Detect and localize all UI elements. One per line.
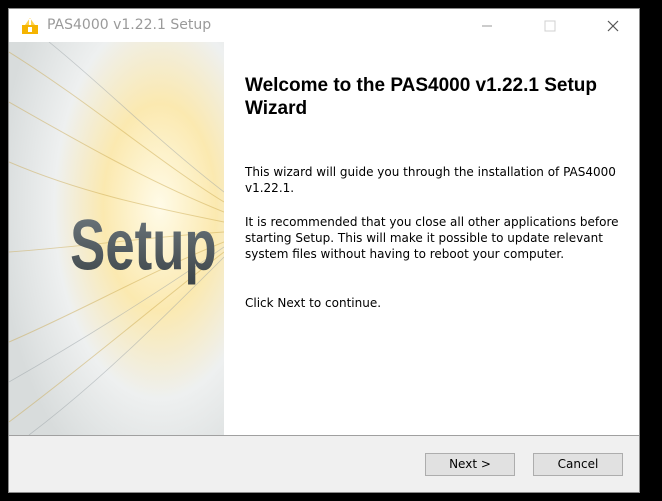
- next-button[interactable]: Next >: [425, 453, 515, 476]
- close-button[interactable]: [591, 9, 637, 42]
- button-bar: Next > Cancel: [9, 436, 639, 492]
- maximize-icon: [544, 20, 556, 32]
- title-bar[interactable]: PAS4000 v1.22.1 Setup: [9, 9, 639, 42]
- continue-paragraph: Click Next to continue.: [245, 296, 382, 310]
- minimize-icon: [482, 25, 492, 27]
- setup-window: PAS4000 v1.22.1 Setup Setup Welcome to t…: [8, 8, 640, 493]
- banner-setup-word: Setup: [70, 206, 216, 286]
- page-title: Welcome to the PAS4000 v1.22.1 Setup Wiz…: [245, 75, 597, 119]
- intro-paragraph: This wizard will guide you through the i…: [245, 165, 616, 195]
- recommendation-paragraph: It is recommended that you close all oth…: [245, 215, 619, 261]
- cancel-button[interactable]: Cancel: [533, 453, 623, 476]
- wizard-content: Welcome to the PAS4000 v1.22.1 Setup Wiz…: [224, 42, 639, 435]
- close-icon: [607, 20, 619, 32]
- wizard-banner-image: Setup: [9, 42, 224, 435]
- maximize-button[interactable]: [528, 9, 574, 42]
- minimize-button[interactable]: [465, 9, 511, 42]
- installer-icon: [21, 17, 39, 35]
- window-title: PAS4000 v1.22.1 Setup: [47, 17, 212, 33]
